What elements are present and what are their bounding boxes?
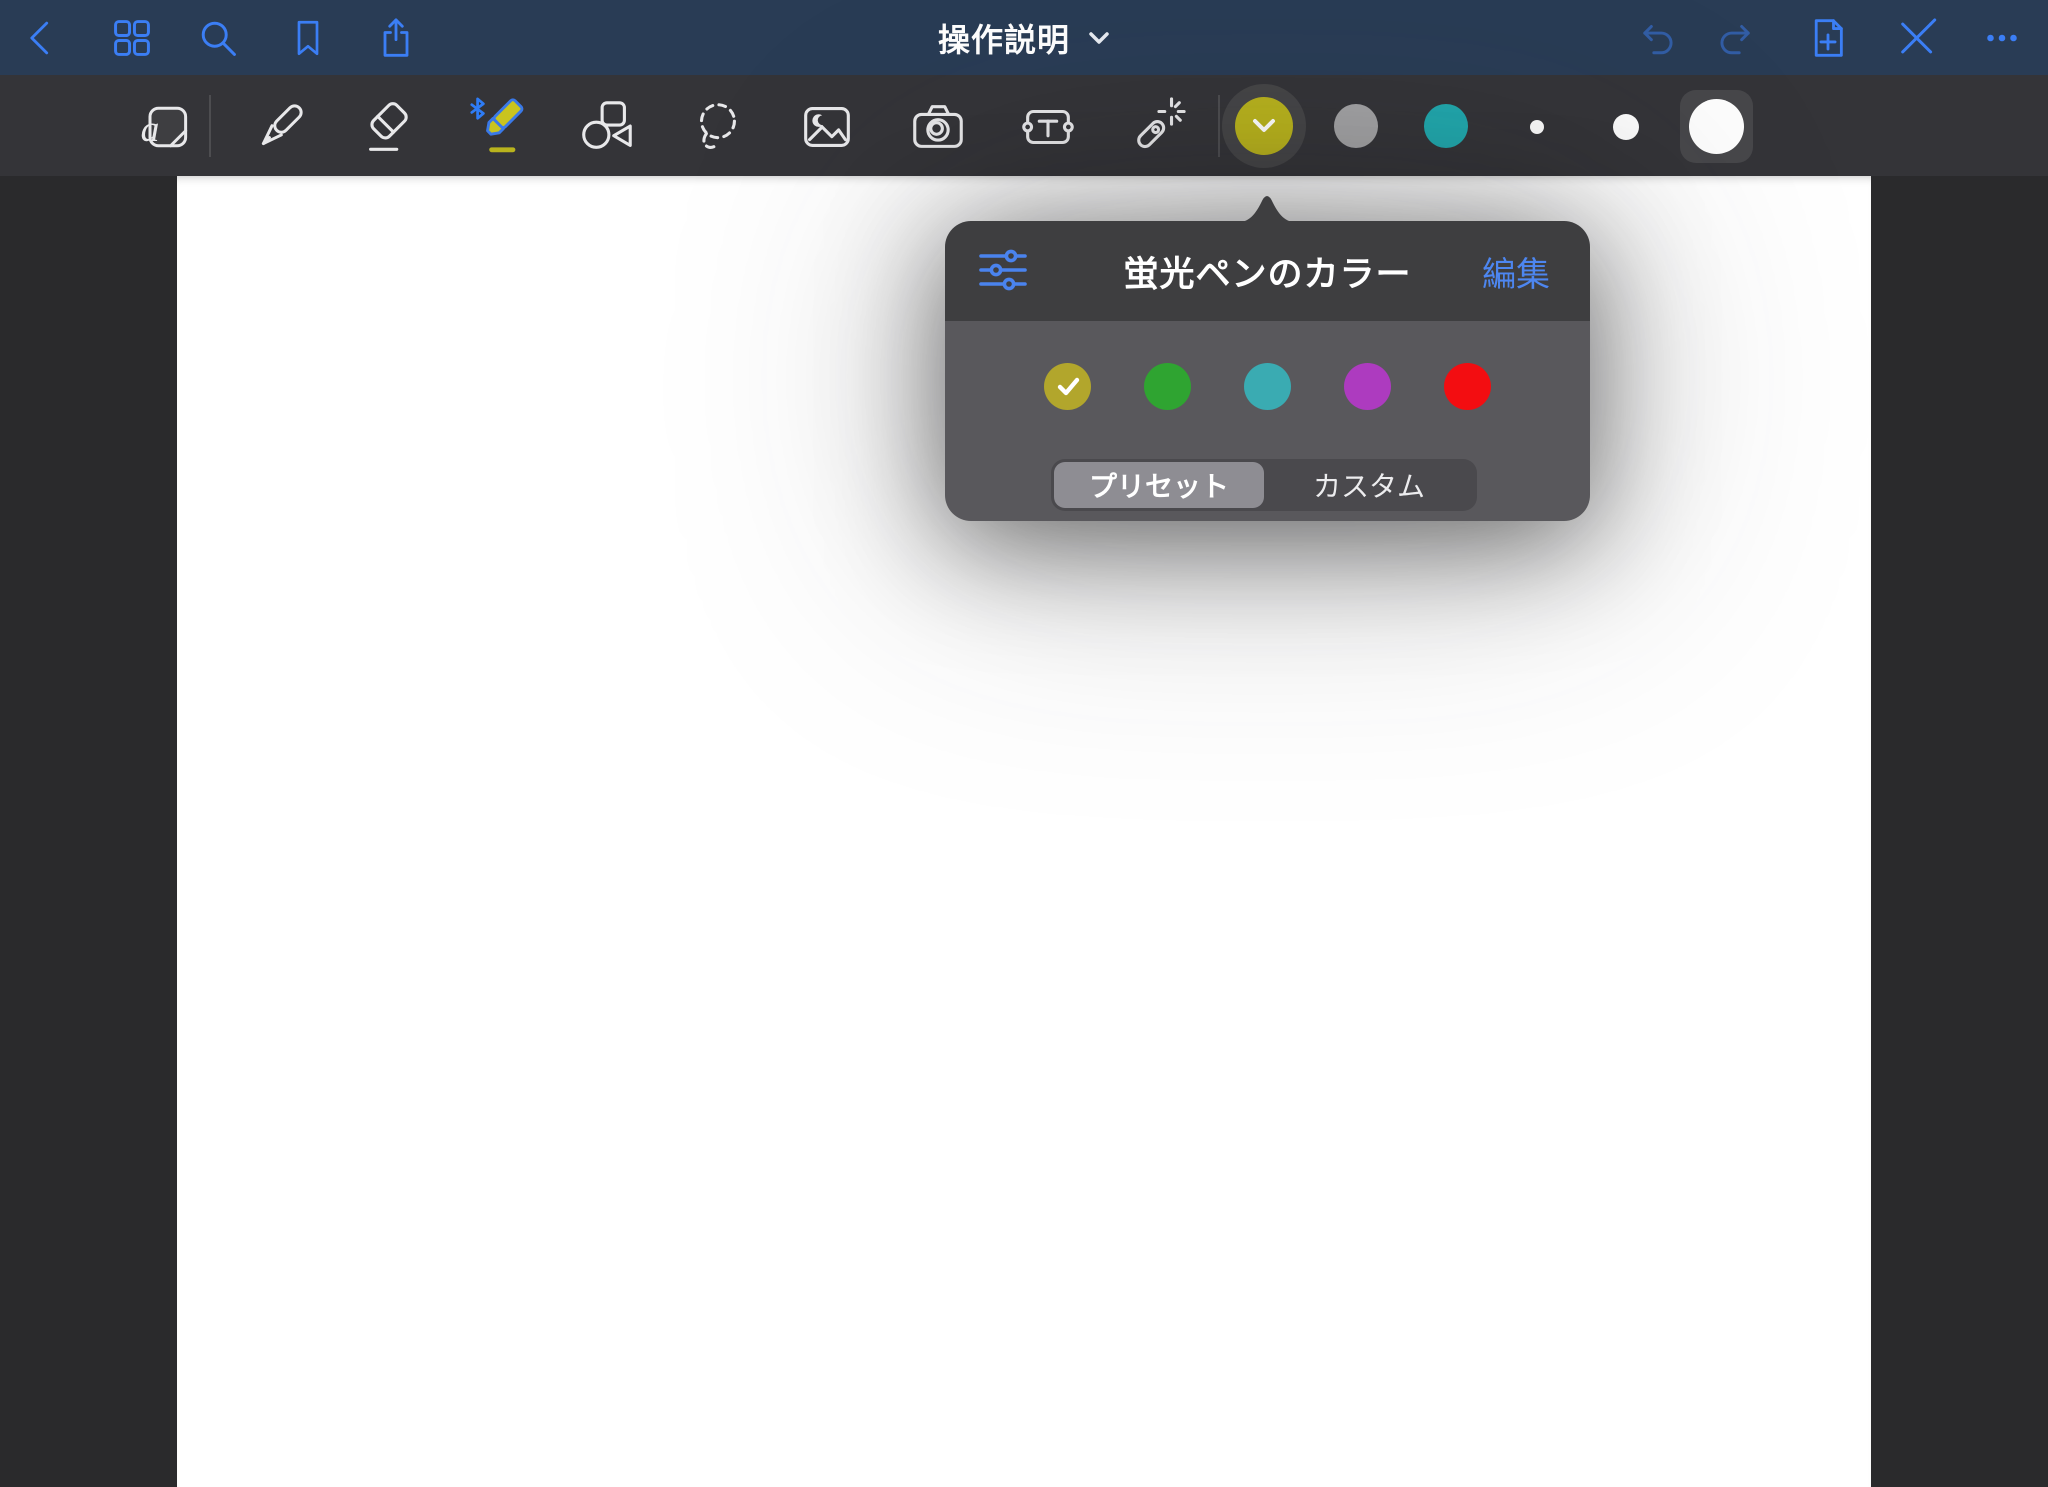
tool-eraser[interactable]: [358, 96, 420, 158]
pen-icon: [250, 97, 310, 157]
lasso-icon: [686, 96, 748, 158]
laser-pointer-icon: [1126, 96, 1188, 158]
stylus-readonly-button[interactable]: [1888, 11, 1942, 65]
tool-shapes[interactable]: [575, 96, 637, 158]
crossed-pencil-icon: [1892, 15, 1938, 61]
undo-button[interactable]: [1626, 11, 1680, 65]
eraser-icon: [358, 96, 420, 158]
swatch-purple[interactable]: [1344, 363, 1391, 410]
tab-preset[interactable]: プリセット: [1054, 462, 1264, 508]
add-page-icon: [1806, 14, 1850, 62]
color-slot-teal[interactable]: [1424, 104, 1468, 148]
preset-custom-segmented-control: プリセット カスタム: [1051, 459, 1477, 511]
tool-bar: a: [0, 75, 2048, 176]
more-options-button[interactable]: [1975, 11, 2029, 65]
chevron-down-icon: [1088, 31, 1110, 45]
preset-swatch-row: [945, 363, 1590, 410]
tool-text[interactable]: [1017, 96, 1079, 158]
page-settings-icon: a: [135, 97, 195, 157]
selected-color-swatch: [1235, 97, 1293, 155]
color-slot-selected[interactable]: [1222, 84, 1306, 168]
tool-page-settings[interactable]: a: [134, 96, 196, 158]
popover-box: 蛍光ペンのカラー 編集 プリセット カスタム: [945, 221, 1590, 521]
tool-camera[interactable]: [907, 96, 969, 158]
top-navigation-bar: 操作説明: [0, 0, 2048, 75]
tool-pen[interactable]: [249, 96, 311, 158]
ellipsis-icon: [1979, 15, 2025, 61]
highlighter-icon: [465, 96, 527, 158]
text-box-icon: [1017, 96, 1079, 158]
edit-colors-button[interactable]: 編集: [1482, 247, 1550, 296]
stroke-size-large-dot: [1689, 99, 1744, 154]
popover-header: 蛍光ペンのカラー 編集: [945, 221, 1590, 321]
document-title: 操作説明: [938, 15, 1070, 61]
chevron-down-icon: [1251, 118, 1277, 134]
undo-icon: [1630, 15, 1676, 61]
toolbar-divider: [1218, 95, 1220, 157]
svg-text:a: a: [141, 109, 160, 150]
toolbar-divider: [209, 95, 211, 157]
redo-button[interactable]: [1713, 11, 1767, 65]
redo-icon: [1717, 15, 1763, 61]
color-slot-gray[interactable]: [1334, 104, 1378, 148]
shapes-icon: [575, 96, 637, 158]
swatch-teal[interactable]: [1244, 363, 1291, 410]
swatch-green[interactable]: [1144, 363, 1191, 410]
stroke-size-small[interactable]: [1530, 120, 1544, 134]
app-window: 操作説明: [0, 0, 2048, 1487]
checkmark-icon: [1053, 374, 1083, 400]
stroke-size-large-selected[interactable]: [1680, 90, 1753, 163]
tool-highlighter[interactable]: [465, 96, 527, 158]
swatch-yellow-selected[interactable]: [1044, 363, 1091, 410]
tab-custom[interactable]: カスタム: [1264, 462, 1474, 508]
image-icon: [796, 96, 858, 158]
tool-lasso[interactable]: [686, 96, 748, 158]
popover-arrow: [1234, 193, 1300, 223]
stroke-size-medium[interactable]: [1613, 114, 1639, 140]
tool-image[interactable]: [796, 96, 858, 158]
camera-icon: [907, 96, 969, 158]
tool-laser-pointer[interactable]: [1126, 96, 1188, 158]
swatch-red[interactable]: [1444, 363, 1491, 410]
add-page-button[interactable]: [1801, 11, 1855, 65]
popover-body: プリセット カスタム: [945, 321, 1590, 521]
